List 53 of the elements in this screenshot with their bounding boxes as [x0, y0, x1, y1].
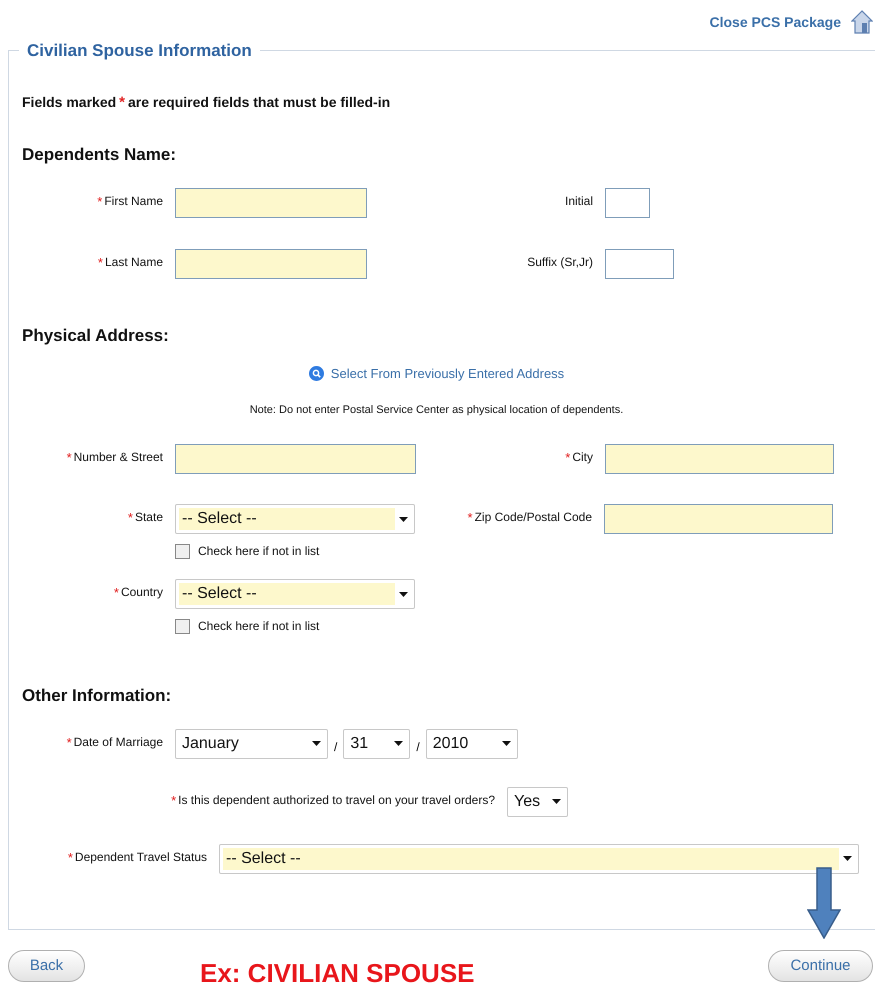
text-field[interactable]	[605, 248, 674, 278]
home-icon	[851, 10, 873, 34]
caret-icon	[312, 741, 321, 746]
field-label: *Dependent Travel Status	[68, 848, 207, 866]
caret-icon	[394, 741, 404, 746]
section-heading: Other Information:	[22, 685, 172, 707]
date-separator: /	[333, 738, 338, 756]
back-button[interactable]: Back	[8, 950, 85, 982]
text-field[interactable]	[605, 444, 834, 474]
text-field[interactable]	[175, 248, 367, 278]
dropdown[interactable]: -- Select --	[175, 579, 415, 609]
dropdown[interactable]: January	[175, 728, 328, 758]
caret-icon	[843, 856, 852, 861]
field-label: *Last Name	[98, 254, 163, 272]
search-icon	[308, 366, 324, 382]
field-label: Suffix (Sr,Jr)	[527, 254, 593, 270]
field-label: *Number & Street	[66, 449, 163, 467]
field-label: *First Name	[97, 192, 163, 210]
field-label: *Zip Code/Postal Code	[468, 509, 592, 527]
required-note: Fields marked * are required fields that must be filled-in	[22, 92, 392, 112]
annotation-text: Ex: CIVILIAN SPOUSE	[200, 960, 474, 986]
dropdown[interactable]: 31	[343, 728, 410, 758]
dropdown[interactable]: Yes	[507, 786, 568, 816]
section-heading: Dependents Name:	[22, 144, 177, 166]
down-arrow-icon	[807, 867, 841, 939]
dropdown[interactable]: 2010	[426, 728, 518, 758]
panel-title: Civilian Spouse Information	[26, 40, 253, 62]
caret-icon	[552, 799, 561, 804]
field-label: *State	[128, 509, 163, 527]
section-heading: Physical Address:	[22, 324, 170, 346]
previous-address-link[interactable]: Select From Previously Entered Address	[308, 364, 564, 384]
field-label: Initial	[564, 192, 593, 210]
caret-icon	[399, 516, 408, 522]
text-field[interactable]	[175, 444, 416, 474]
caret-icon	[502, 741, 511, 746]
dropdown[interactable]: -- Select --	[219, 844, 859, 874]
text-field[interactable]	[604, 504, 833, 534]
field-label: *City	[565, 449, 593, 467]
dropdown[interactable]: -- Select --	[175, 504, 415, 534]
caret-icon	[399, 592, 408, 596]
text-field[interactable]	[605, 188, 650, 218]
field-label: *Country	[114, 584, 163, 602]
checkbox[interactable]	[175, 618, 190, 634]
checkbox-label: Check here if not in list	[198, 543, 320, 560]
date-separator: /	[415, 738, 421, 756]
close-package-link[interactable]: Close PCS Package	[709, 12, 841, 32]
continue-button[interactable]: Continue	[768, 950, 873, 982]
field-label: *Date of Marriage	[66, 734, 163, 752]
address-note: Note: Do not enter Postal Service Center as physical location of dependents.	[250, 402, 624, 418]
field-label: *Is this dependent authorized to travel on your travel orders?	[171, 792, 495, 810]
checkbox-label: Check here if not in list	[198, 618, 320, 635]
text-field[interactable]	[175, 188, 367, 218]
checkbox[interactable]	[175, 544, 190, 558]
